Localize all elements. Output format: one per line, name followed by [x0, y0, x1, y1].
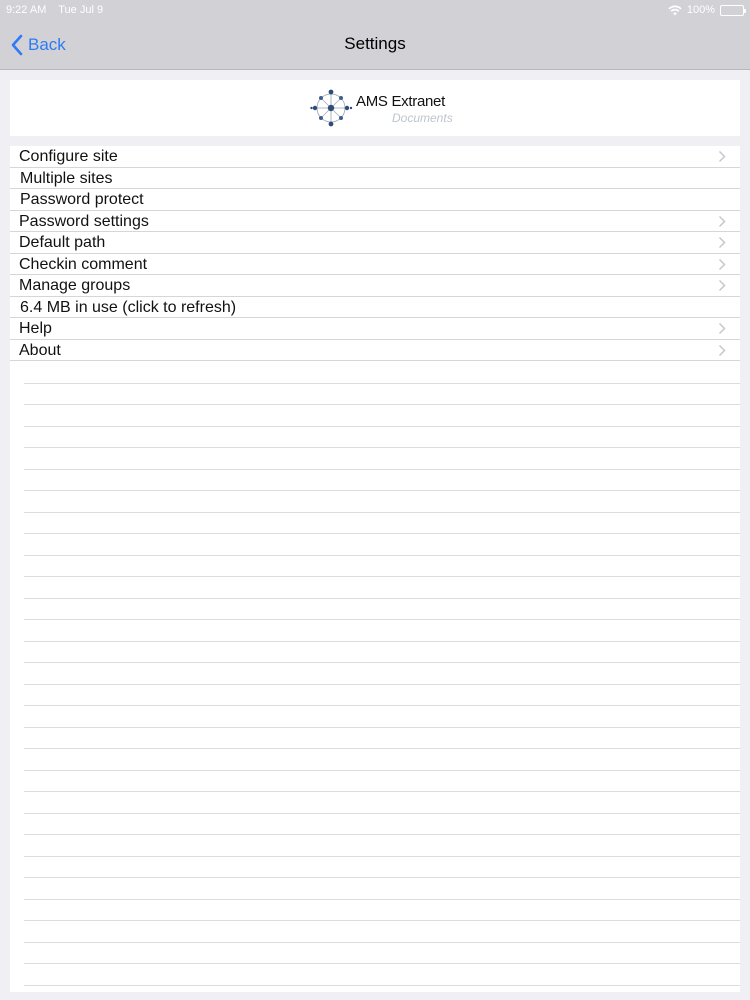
empty-row-separator — [24, 554, 740, 556]
navigation-bar: Back Settings — [0, 20, 750, 70]
status-date: Tue Jul 9 — [58, 4, 104, 16]
status-bar: 9:22 AM Tue Jul 9 100% — [0, 0, 750, 20]
settings-item-label: 6.4 MB in use (click to refresh) — [20, 298, 237, 316]
chevron-right-icon — [718, 279, 726, 292]
empty-row-separator — [24, 490, 740, 491]
settings-item-label: Password settings — [19, 212, 149, 230]
app-logo: AMS Extranet Documents — [310, 86, 470, 130]
settings-item-label: About — [19, 341, 61, 359]
empty-row-separator — [24, 533, 740, 534]
battery-percent: 100% — [686, 4, 715, 16]
empty-row-separator — [24, 726, 740, 728]
settings-item-about[interactable]: About — [10, 340, 740, 361]
top-bar: 9:22 AM Tue Jul 9 100% Back Settings — [0, 0, 750, 70]
logo-subtitle: Documents — [392, 111, 453, 125]
page-title: Settings — [344, 34, 406, 53]
chevron-right-icon — [718, 236, 726, 249]
battery-icon — [720, 4, 746, 16]
settings-item-manage-groups[interactable]: Manage groups — [10, 275, 740, 297]
empty-row-separator — [24, 576, 740, 577]
empty-row-separator — [24, 705, 740, 706]
empty-row-separator — [24, 769, 740, 771]
settings-item-label: Help — [19, 320, 52, 337]
chevron-right-icon — [718, 322, 726, 335]
settings-item-storage-usage[interactable]: 6.4 MB in use (click to refresh) — [10, 297, 740, 318]
empty-row-separator — [24, 963, 740, 964]
settings-item-default-path[interactable]: Default path — [10, 232, 740, 254]
settings-item-password-protect[interactable]: Password protect — [10, 189, 740, 211]
settings-item-password-settings[interactable]: Password settings — [10, 211, 740, 232]
chevron-right-icon — [718, 258, 726, 270]
settings-item-label: Manage groups — [19, 277, 131, 294]
empty-row-separator — [24, 941, 740, 943]
logo-panel: AMS Extranet Documents — [10, 80, 740, 136]
empty-row-separator — [24, 748, 740, 749]
chevron-right-icon — [718, 215, 726, 227]
empty-row-separator — [24, 511, 740, 513]
empty-row-separator — [24, 984, 740, 986]
settings-item-label: Default path — [19, 234, 106, 251]
status-right: 100% — [668, 4, 746, 16]
empty-row-separator — [24, 834, 740, 835]
empty-row-separator — [24, 447, 740, 448]
empty-row-separator — [24, 468, 740, 470]
chevron-right-icon — [718, 150, 726, 163]
network-logo-icon — [310, 89, 353, 127]
empty-row-separator — [24, 898, 740, 900]
empty-row-separator — [24, 855, 740, 857]
wifi-icon — [668, 4, 682, 15]
settings-item-label: Multiple sites — [20, 169, 113, 187]
settings-item-label: Configure site — [19, 148, 118, 165]
empty-row-separator — [24, 877, 740, 878]
empty-row-separator — [24, 404, 740, 405]
settings-item-label: Checkin comment — [19, 255, 148, 273]
settings-item-checkin-comment[interactable]: Checkin comment — [10, 254, 740, 275]
empty-row-separator — [24, 382, 740, 384]
settings-item-label: Password protect — [20, 191, 144, 208]
empty-row-separator — [24, 812, 740, 814]
empty-row-separator — [24, 597, 740, 599]
empty-row-separator — [24, 662, 740, 663]
empty-row-separator — [24, 920, 740, 921]
settings-list: Configure site Multiple sites Password p… — [10, 146, 740, 992]
empty-row-separator — [24, 619, 740, 620]
logo-title: AMS Extranet — [356, 93, 445, 110]
settings-item-configure-site[interactable]: Configure site — [10, 146, 740, 168]
empty-row-separator — [24, 791, 740, 792]
chevron-right-icon — [718, 344, 726, 356]
empty-row-separator — [24, 683, 740, 685]
empty-row-separator — [24, 640, 740, 642]
status-left: 9:22 AM Tue Jul 9 — [6, 4, 112, 16]
settings-item-help[interactable]: Help — [10, 318, 740, 340]
status-time: 9:22 AM — [6, 4, 47, 16]
settings-item-multiple-sites[interactable]: Multiple sites — [10, 168, 740, 189]
empty-row-separator — [24, 425, 740, 427]
